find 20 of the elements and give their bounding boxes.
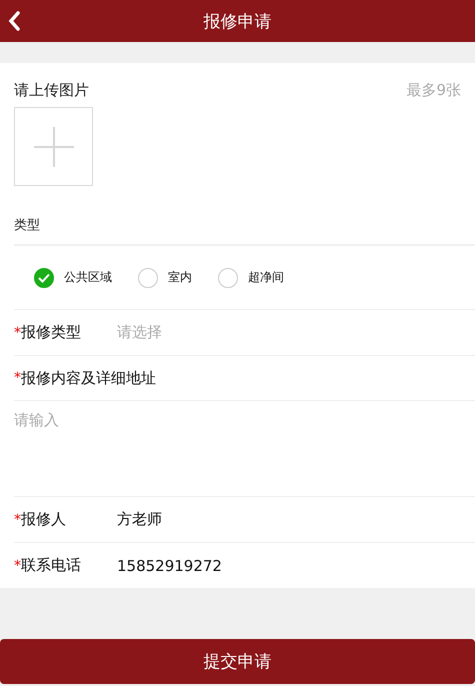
back-icon[interactable] [8, 11, 20, 31]
required-mark: * [14, 558, 21, 574]
page-title: 报修申请 [204, 10, 272, 32]
upload-label: 请上传图片 [14, 80, 89, 100]
field-label: 报修人 [21, 510, 67, 529]
plus-icon [34, 126, 74, 166]
upload-limit: 最多9张 [406, 80, 461, 100]
required-mark: * [14, 512, 21, 528]
required-mark: * [14, 324, 21, 340]
field-label: 联系电话 [21, 556, 82, 575]
radio-option[interactable]: 公共区域 [34, 268, 112, 288]
field-label: 报修类型 [21, 323, 82, 342]
radio-option[interactable]: 室内 [138, 268, 192, 288]
input-field[interactable]: 方老师 [117, 510, 162, 529]
submit-button[interactable]: 提交申请 [0, 639, 475, 684]
field-label: 报修内容及详细地址 [21, 368, 156, 388]
required-mark: * [14, 370, 21, 386]
radio-option[interactable]: 超净间 [218, 268, 284, 288]
input-field[interactable]: 15852919272 [117, 556, 222, 574]
type-label: 类型 [14, 216, 475, 246]
